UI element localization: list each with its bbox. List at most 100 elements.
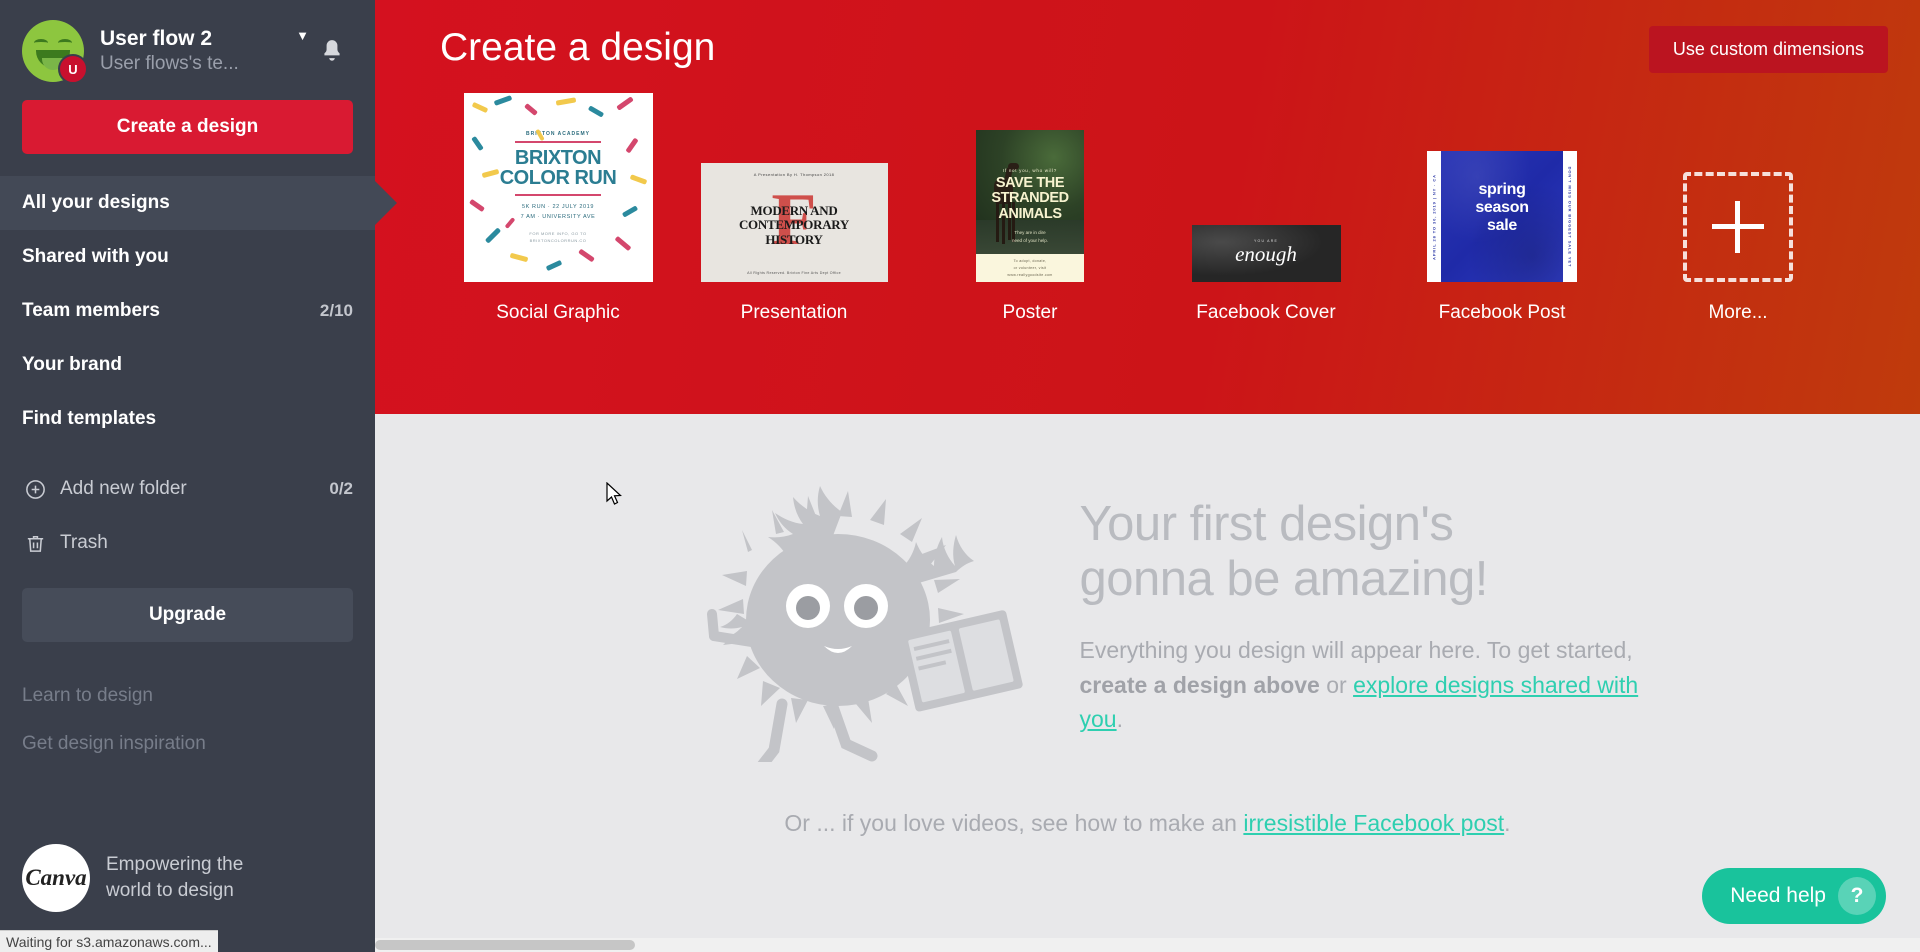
irresistible-facebook-post-link[interactable]: irresistible Facebook post	[1243, 810, 1504, 836]
sidebar-item-your-brand[interactable]: Your brand	[0, 338, 375, 392]
scrollbar-thumb[interactable]	[375, 940, 635, 950]
upgrade-button[interactable]: Upgrade	[22, 588, 353, 642]
design-card-presentation[interactable]: A Presentation By H. Thompson 2018 F MOD…	[676, 82, 912, 324]
use-custom-dimensions-button[interactable]: Use custom dimensions	[1648, 26, 1888, 73]
design-card-thumbnail: YOU ARE enough	[1148, 82, 1384, 282]
social-graphic-info: 5K RUN · 22 JULY 2019 7 AM · UNIVERSITY …	[521, 202, 596, 223]
social-graphic-footer-line1: FOR MORE INFO, GO TO	[529, 230, 587, 236]
social-graphic-title: BRIXTON COLOR RUN	[500, 148, 617, 188]
need-help-button[interactable]: Need help ?	[1702, 868, 1886, 924]
sidebar-item-all-your-designs[interactable]: All your designs	[0, 176, 375, 230]
brand-tagline-line2: world to design	[106, 880, 234, 901]
design-card-thumbnail: BRIXTON ACADEMY BRIXTON COLOR RUN 5K RUN…	[440, 82, 676, 282]
social-graphic-footer-line2: BRIXTONCOLORRUN.CO	[529, 237, 587, 243]
create-a-design-button[interactable]: Create a design	[22, 100, 353, 154]
question-mark-icon: ?	[1838, 877, 1876, 915]
poster-subtext-line2: need of your help.	[1011, 237, 1049, 243]
presentation-thumbnail: A Presentation By H. Thompson 2018 F MOD…	[700, 163, 888, 282]
social-graphic-info-line2: 7 AM · UNIVERSITY AVE	[520, 214, 596, 221]
horizontal-scrollbar[interactable]	[375, 938, 1920, 952]
video-line-end: .	[1504, 810, 1511, 836]
poster-subtext-line1: They are in dire	[1014, 230, 1046, 235]
design-card-poster[interactable]: If not you, who will? SAVE THE STRANDED …	[912, 82, 1148, 324]
sidebar-item-find-templates[interactable]: Find templates	[0, 392, 375, 446]
design-card-thumbnail: If not you, who will? SAVE THE STRANDED …	[912, 82, 1148, 282]
avatar-eye-right	[58, 39, 72, 47]
sidebar-item-add-new-folder[interactable]: Add new folder 0/2	[0, 462, 375, 516]
social-graphic-rule-bottom	[515, 193, 601, 196]
facebook-cover-word: enough	[1235, 242, 1297, 266]
account-subtitle: User flows's te...	[100, 52, 239, 74]
poster-headline-line2: STRANDED	[991, 190, 1069, 207]
design-type-cards: BRIXTON ACADEMY BRIXTON COLOR RUN 5K RUN…	[415, 82, 1880, 324]
more-designs-tile[interactable]	[1683, 172, 1793, 282]
design-card-more[interactable]: More...	[1620, 82, 1856, 324]
presentation-title: MODERN AND CONTEMPORARY HISTORY	[738, 202, 850, 248]
social-graphic-thumbnail: BRIXTON ACADEMY BRIXTON COLOR RUN 5K RUN…	[463, 93, 653, 282]
sidebar: U User flow 2 User flows's te... ▼ Creat…	[0, 0, 375, 952]
empty-state-text: Your first design's gonna be amazing! Ev…	[1080, 497, 1640, 736]
sidebar-item-label: Trash	[60, 532, 108, 553]
account-switcher[interactable]: U User flow 2 User flows's te... ▼	[0, 0, 375, 96]
create-a-design-hero: Create a design Use custom dimensions BR…	[375, 0, 1920, 414]
empty-state-paragraph: Everything you design will appear here. …	[1080, 633, 1640, 737]
poster-headline-line1: SAVE THE	[995, 175, 1065, 191]
need-help-label: Need help	[1730, 884, 1826, 907]
design-card-label: Social Graphic	[496, 302, 620, 323]
presentation-title-line2: CONTEMPORARY	[738, 217, 850, 233]
design-card-label: Poster	[1002, 302, 1058, 323]
facebook-cover-thumbnail: YOU ARE enough	[1191, 225, 1341, 282]
facebook-post-title-line1: spring	[1478, 181, 1526, 198]
presentation-title-line1: MODERN AND	[750, 202, 838, 218]
facebook-post-strip-right: DON'T MISS OUR BIGGEST SALE YET	[1563, 151, 1577, 282]
main-content: Create a design Use custom dimensions BR…	[375, 0, 1920, 952]
brand-tagline-line1: Empowering the	[106, 854, 244, 876]
poster-footer-line3: www.reallygoodsite.com	[1007, 272, 1053, 277]
facebook-post-thumbnail: APRIL 28 TO 30, 2019 | NY · CA spring se…	[1427, 151, 1577, 282]
facebook-post-strip-left: APRIL 28 TO 30, 2019 | NY · CA	[1427, 151, 1441, 282]
presentation-bottom-note: All Rights Reserved. Brixton Fine Arts D…	[747, 271, 841, 275]
facebook-post-title-line2: season	[1475, 198, 1529, 216]
empty-heading-line1: Your first design's	[1079, 497, 1454, 552]
poster-footer-line1: To adopt, donate,	[1013, 259, 1047, 263]
design-card-label: More...	[1708, 302, 1768, 323]
design-card-facebook-post[interactable]: APRIL 28 TO 30, 2019 | NY · CA spring se…	[1384, 82, 1620, 324]
sidebar-item-label: Team members	[22, 300, 160, 321]
status-bar-text: Waiting for s3.amazonaws.com...	[6, 933, 212, 950]
chevron-down-icon[interactable]: ▼	[296, 28, 309, 43]
plus-circle-icon	[22, 476, 48, 502]
account-name: User flow 2	[100, 26, 213, 50]
poster-headline-line3: ANIMALS	[998, 205, 1062, 222]
sidebar-item-trash[interactable]: Trash	[0, 516, 375, 570]
poster-footer-line2: or volunteer, visit	[1013, 265, 1047, 270]
plus-icon	[1712, 201, 1764, 253]
presentation-top-note: A Presentation By H. Thompson 2018	[753, 172, 835, 177]
link-get-design-inspiration[interactable]: Get design inspiration	[0, 720, 375, 768]
empty-paragraph-mid: or	[1319, 671, 1354, 698]
empty-paragraph-line1: Everything you design will appear here. …	[1079, 637, 1550, 664]
secondary-links: Learn to design Get design inspiration	[0, 672, 375, 769]
social-graphic-title-line1: BRIXTON	[514, 146, 602, 169]
canva-logo: Canva	[22, 844, 90, 912]
sidebar-item-team-members[interactable]: Team members 2/10	[0, 284, 375, 338]
bell-icon[interactable]	[319, 36, 353, 70]
video-line-pre: Or ... if you love videos, see how to ma…	[784, 810, 1244, 836]
design-card-social-graphic[interactable]: BRIXTON ACADEMY BRIXTON COLOR RUN 5K RUN…	[440, 82, 676, 324]
facebook-post-main: spring season sale	[1441, 151, 1563, 282]
sidebar-item-label: All your designs	[22, 192, 170, 213]
design-card-thumbnail: A Presentation By H. Thompson 2018 F MOD…	[676, 82, 912, 282]
status-bar: Waiting for s3.amazonaws.com...	[0, 930, 218, 952]
poster-headline: SAVE THE STRANDED ANIMALS	[976, 175, 1084, 222]
link-learn-to-design[interactable]: Learn to design	[0, 672, 375, 720]
facebook-post-title: spring season sale	[1441, 181, 1563, 235]
design-card-thumbnail: APRIL 28 TO 30, 2019 | NY · CA spring se…	[1384, 82, 1620, 282]
empty-state-row: Your first design's gonna be amazing! Ev…	[375, 472, 1920, 774]
design-card-facebook-cover[interactable]: YOU ARE enough Facebook Cover	[1148, 82, 1384, 324]
poster-footer: To adopt, donate, or volunteer, visit ww…	[976, 254, 1084, 282]
avatar[interactable]: U	[22, 20, 88, 84]
fluffy-mascot-illustration	[656, 472, 1056, 774]
designs-empty-state: Your first design's gonna be amazing! Ev…	[375, 414, 1920, 952]
sidebar-item-badge: 2/10	[319, 301, 353, 320]
sidebar-item-shared-with-you[interactable]: Shared with you	[0, 230, 375, 284]
design-card-label: Facebook Post	[1438, 302, 1566, 323]
